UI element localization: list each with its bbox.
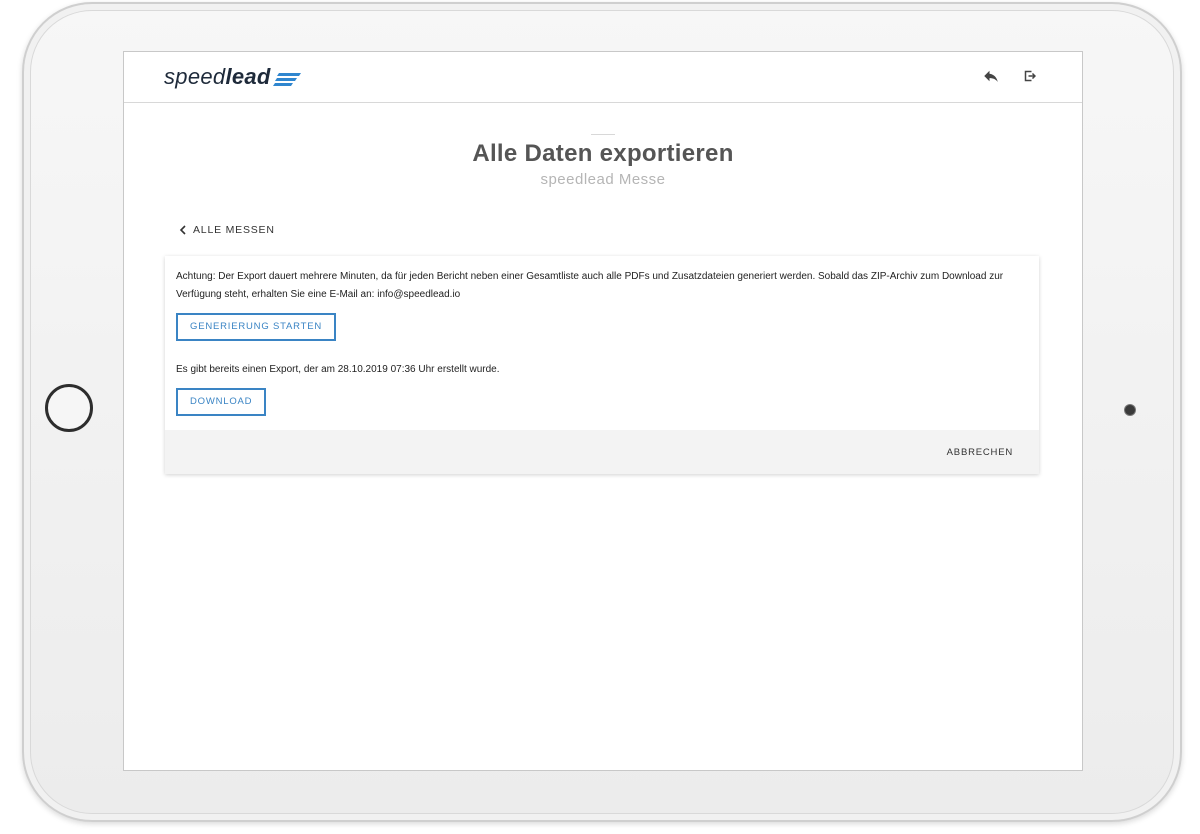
app-screen: speedlead Alle Daten exportieren speedle… bbox=[123, 51, 1083, 771]
logo-speed-lines-icon bbox=[272, 72, 301, 86]
download-button[interactable]: DOWNLOAD bbox=[176, 388, 267, 416]
reply-arrow-icon[interactable] bbox=[982, 67, 1000, 85]
existing-export-info: Es gibt bereits einen Export, der am 28.… bbox=[176, 364, 500, 375]
logo-text: speedlead bbox=[164, 64, 271, 90]
home-button[interactable] bbox=[45, 384, 93, 432]
back-to-all-fairs-link[interactable]: ALLE MESSEN bbox=[178, 224, 275, 236]
page-subtitle: speedlead Messe bbox=[540, 171, 666, 188]
chevron-left-icon bbox=[179, 225, 186, 235]
speedlead-logo[interactable]: speedlead bbox=[164, 62, 301, 92]
export-card: Achtung: Der Export dauert mehrere Minut… bbox=[165, 256, 1039, 474]
page-title: Alle Daten exportieren bbox=[472, 140, 734, 167]
export-notice: Achtung: Der Export dauert mehrere Minut… bbox=[176, 271, 1004, 300]
card-footer: ABBRECHEN bbox=[165, 430, 1039, 474]
back-link-label: ALLE MESSEN bbox=[193, 224, 275, 236]
logo-text-bold: lead bbox=[225, 64, 271, 89]
camera-dot bbox=[1125, 405, 1135, 415]
logout-icon[interactable] bbox=[1021, 67, 1039, 85]
logo-text-light: speed bbox=[164, 64, 226, 89]
start-generation-button[interactable]: GENERIERUNG STARTEN bbox=[176, 313, 337, 341]
top-bar: speedlead bbox=[124, 52, 1082, 103]
title-divider bbox=[591, 134, 615, 135]
cancel-button[interactable]: ABBRECHEN bbox=[947, 447, 1013, 458]
